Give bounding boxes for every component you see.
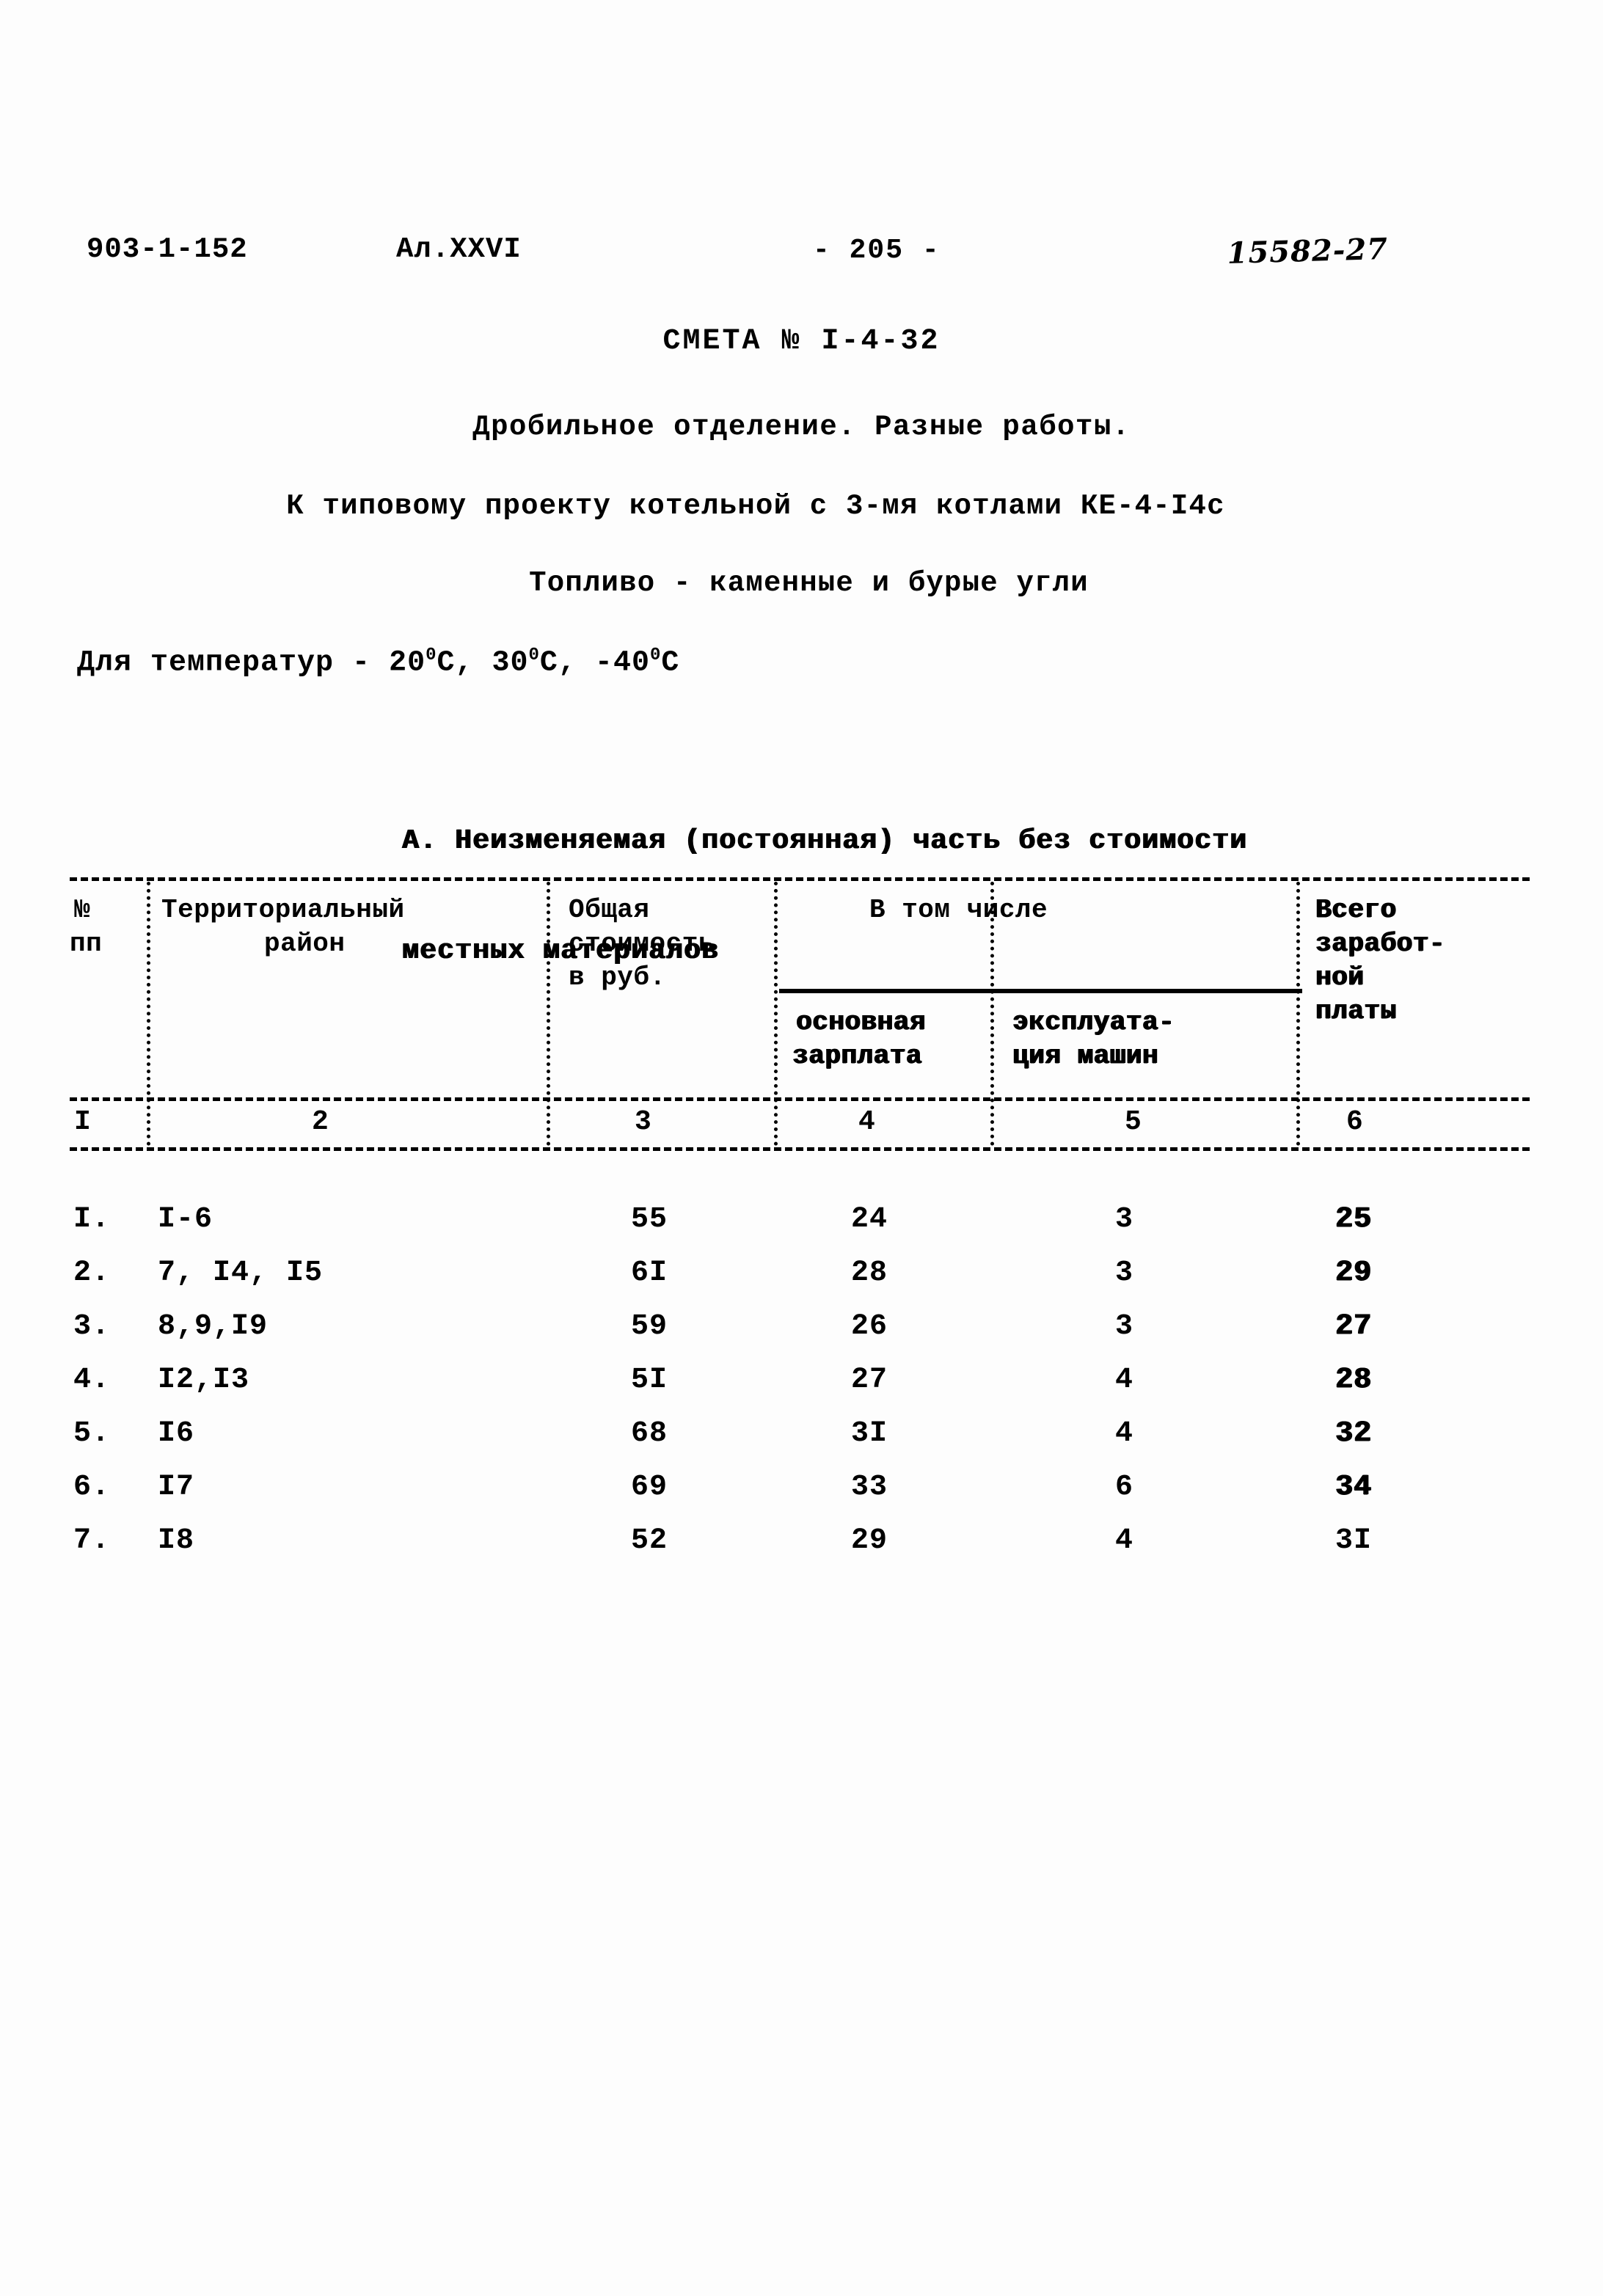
degree-sign-2: 0: [528, 646, 540, 665]
handwritten-stamp-number: 15582-27: [1227, 231, 1389, 271]
row-total-cost: 52: [631, 1524, 668, 1557]
row-region: I-6: [158, 1203, 213, 1236]
document-code: 903-1-152: [87, 233, 248, 266]
row-region: I2,I3: [158, 1364, 250, 1397]
row-region: I8: [158, 1524, 195, 1557]
column-number-5: 5: [1125, 1106, 1142, 1138]
column-separator-5: [1296, 882, 1300, 1146]
estimate-title: СМЕТА № I-4-32: [662, 325, 941, 358]
row-total-cost: 6I: [631, 1257, 668, 1290]
degree-sign-3: 0: [649, 646, 662, 665]
row-base-salary: 29: [851, 1524, 888, 1557]
row-total-salary: 28: [1335, 1364, 1373, 1397]
subtitle-project: К типовому проекту котельной с 3-мя котл…: [286, 490, 1225, 522]
header-total-line3: в руб.: [569, 962, 666, 992]
row-machine-oper: 3: [1115, 1310, 1134, 1343]
row-base-salary: 3I: [851, 1417, 888, 1450]
row-base-salary: 24: [851, 1203, 888, 1236]
row-total-salary: 29: [1335, 1257, 1373, 1290]
table-top-border: [70, 877, 1530, 881]
row-total-salary: 34: [1335, 1471, 1373, 1504]
row-base-salary: 28: [851, 1257, 888, 1290]
row-total-cost: 59: [631, 1310, 668, 1343]
table-row: 5. I6 68 3I 4 32: [0, 1417, 1603, 1469]
row-total-cost: 69: [631, 1471, 668, 1504]
row-machine-oper: 3: [1115, 1203, 1134, 1236]
row-number: 6.: [73, 1471, 111, 1504]
estimate-table: № пп Территориальный район Общая стоимос…: [70, 877, 1530, 1151]
row-machine-oper: 4: [1115, 1524, 1134, 1557]
row-region: I7: [158, 1471, 195, 1504]
header-vsego-line4: платы: [1315, 996, 1397, 1026]
table-row: 7. I8 52 29 4 3I: [0, 1524, 1603, 1576]
column-number-1: I: [74, 1106, 91, 1138]
header-sub-zarplata-line2: зарплата: [792, 1041, 922, 1071]
row-total-salary: 25: [1335, 1203, 1373, 1236]
column-separator-3: [774, 882, 778, 1146]
column-separator-2: [547, 882, 550, 1146]
row-machine-oper: 4: [1115, 1417, 1134, 1450]
section-a-line-1: А. Неизменяемая (постоянная) часть без с…: [402, 825, 1248, 857]
temperature-range: Для температур - 200С, 300С, -400С: [77, 646, 679, 679]
table-numberrow-bottom-border: [70, 1147, 1530, 1151]
row-number: 2.: [73, 1257, 111, 1290]
table-header-bottom-border: [70, 1097, 1530, 1101]
table-row: 3. 8,9,I9 59 26 3 27: [0, 1310, 1603, 1361]
header-sub-eksp-line2: ция машин: [1012, 1041, 1158, 1071]
column-number-6: 6: [1346, 1106, 1363, 1138]
subtitle-department: Дробильное отделение. Разные работы.: [472, 411, 1131, 443]
row-region: 8,9,I9: [158, 1310, 269, 1343]
header-sub-zarplata-line1: основная: [796, 1007, 926, 1037]
row-machine-oper: 3: [1115, 1257, 1134, 1290]
row-base-salary: 33: [851, 1471, 888, 1504]
header-region-line1: Территориальный: [161, 895, 405, 925]
album-number: Ал.XXVI: [396, 233, 522, 266]
temperature-prefix: Для температур - 20: [77, 646, 426, 680]
header-vsego-line2: заработ-: [1315, 929, 1445, 959]
row-machine-oper: 4: [1115, 1364, 1134, 1397]
row-base-salary: 27: [851, 1364, 888, 1397]
row-region: I6: [158, 1417, 195, 1450]
header-group-title: В том числе: [869, 895, 1048, 925]
header-vsego-line1: Всего: [1315, 895, 1397, 925]
row-base-salary: 26: [851, 1310, 888, 1343]
temperature-suffix: С: [661, 646, 680, 680]
header-total-line2: стоимость: [569, 929, 715, 959]
header-no-line1: №: [74, 895, 91, 925]
group-header-underline: [779, 989, 1302, 993]
header-region-line2: район: [264, 929, 346, 959]
row-region: 7, I4, I5: [158, 1257, 324, 1290]
column-separator-1: [147, 882, 150, 1146]
column-number-4: 4: [858, 1106, 875, 1138]
row-number: 7.: [73, 1524, 111, 1557]
row-number: 5.: [73, 1417, 111, 1450]
subtitle-fuel: Топливо - каменные и бурые угли: [529, 567, 1089, 599]
degree-sign-1: 0: [426, 646, 437, 665]
row-total-salary: 27: [1335, 1310, 1373, 1343]
document-page: 903-1-152 Ал.XXVI - 205 - 15582-27 СМЕТА…: [0, 0, 1603, 2296]
temperature-mid-2: С, -40: [539, 646, 650, 680]
temperature-mid-1: С, 30: [437, 646, 529, 680]
table-row: 4. I2,I3 5I 27 4 28: [0, 1364, 1603, 1415]
row-machine-oper: 6: [1115, 1471, 1134, 1504]
header-vsego-line3: ной: [1315, 962, 1365, 992]
header-total-line1: Общая: [569, 895, 650, 925]
column-number-3: 3: [635, 1106, 651, 1138]
row-number: 3.: [73, 1310, 111, 1343]
row-total-cost: 5I: [631, 1364, 668, 1397]
column-number-2: 2: [312, 1106, 329, 1138]
row-total-cost: 68: [631, 1417, 668, 1450]
header-sub-eksp-line1: эксплуата-: [1012, 1007, 1175, 1037]
row-number: 4.: [73, 1364, 111, 1397]
header-no-line2: пп: [70, 929, 103, 959]
row-total-cost: 55: [631, 1203, 668, 1236]
row-number: I.: [73, 1203, 111, 1236]
row-total-salary: 32: [1335, 1417, 1373, 1450]
row-total-salary: 3I: [1335, 1524, 1373, 1557]
table-row: I. I-6 55 24 3 25: [0, 1203, 1603, 1254]
page-number: - 205 -: [813, 235, 941, 266]
table-row: 6. I7 69 33 6 34: [0, 1471, 1603, 1522]
table-row: 2. 7, I4, I5 6I 28 3 29: [0, 1257, 1603, 1308]
